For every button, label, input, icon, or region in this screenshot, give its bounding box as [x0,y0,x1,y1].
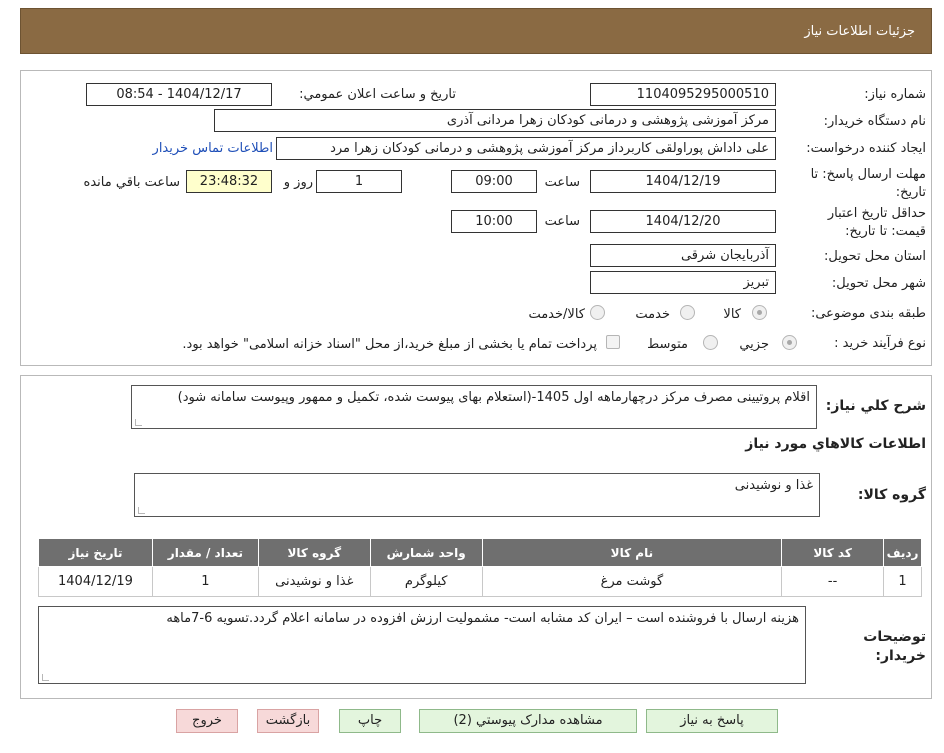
category-service-label: خدمت [635,307,670,322]
announce-field[interactable]: 1404/12/17 - 08:54 [86,83,272,106]
summary-textarea[interactable]: اقلام پروتیینی مصرف مرکز درچهارماهه اول … [131,385,817,429]
reply-button[interactable]: پاسخ به نياز [646,709,778,733]
province-label: استان محل تحويل: [824,249,926,264]
province-field[interactable]: آذربايجان شرقی [590,244,776,267]
need-number-field[interactable]: 1104095295000510 [590,83,776,106]
summary-label: شرح کلي نياز: [825,398,926,414]
payment-note: پرداخت تمام يا بخشی از مبلغ خريد،از محل … [182,337,597,352]
page-header: جزئیات اطلاعات نیاز [20,8,932,54]
resize-handle-icon[interactable] [135,419,142,426]
buyer-contact-link[interactable]: اطلاعات تماس خريدار [153,141,273,156]
cell-code: -- [781,566,885,597]
process-minor-radio[interactable] [782,335,797,350]
category-label: طبقه بندی موضوعی: [810,306,926,321]
cell-qty: 1 [151,566,259,597]
days-field[interactable]: 1 [316,170,402,193]
category-service-radio[interactable] [680,305,695,320]
buyer-notes-textarea[interactable]: هزینه ارسال با فروشنده است – ایران کد مش… [38,606,806,684]
buyer-notes-text: هزینه ارسال با فروشنده است – ایران کد مش… [166,611,799,626]
category-both-label: کالا/خدمت [528,307,585,322]
category-goods-radio[interactable] [752,305,767,320]
col-code-header: کد کالا [781,538,885,567]
page-title: جزئیات اطلاعات نیاز [804,24,915,39]
buyer-notes-label: توضيحات خريدار: [863,629,926,664]
remaining-time-field: 23:48:32 [186,170,272,193]
days-label: روز و [283,175,313,190]
category-both-radio[interactable] [590,305,605,320]
resize-handle-icon[interactable] [42,674,49,681]
city-label: شهر محل تحويل: [831,276,926,291]
buyer-org-label: نام دستگاه خريدار: [823,114,926,129]
col-unit-header: واحد شمارش [369,538,483,567]
col-name-header: نام کالا [481,538,783,567]
remaining-label: ساعت باقي مانده [83,175,180,190]
print-button[interactable]: چاپ [339,709,401,733]
cell-unit: کیلوگرم [369,566,483,597]
cell-group: غذا و نوشیدنی [257,566,371,597]
items-table-wrapper: رديف کد کالا نام کالا واحد شمارش گروه کا… [38,538,922,597]
goods-group-text: غذا و نوشیدنی [734,478,813,493]
category-goods-label: کالا [723,307,741,322]
summary-text: اقلام پروتیینی مصرف مرکز درچهارماهه اول … [177,390,810,405]
deadline-label: مهلت ارسال پاسخ: تا تاريخ: [810,167,926,200]
table-row: 1 -- گوشت مرغ کیلوگرم غذا و نوشیدنی 1 14… [38,566,922,597]
cell-row: 1 [883,566,922,597]
deadline-date-field[interactable]: 1404/12/19 [590,170,776,193]
announce-label: تاریخ و ساعت اعلان عمومي: [299,87,456,102]
goods-section-title: اطلاعات کالاهاي مورد نياز [745,436,926,452]
deadline-time-field[interactable]: 09:00 [451,170,537,193]
table-header-row: رديف کد کالا نام کالا واحد شمارش گروه کا… [38,538,922,567]
creator-label: ايجاد کننده درخواست: [806,141,926,156]
col-group-header: گروه کالا [257,538,371,567]
attachments-button[interactable]: مشاهده مدارک پيوستي (2) [419,709,637,733]
col-date-header: تاريخ نياز [38,538,153,567]
validity-time-label: ساعت [544,214,580,229]
validity-date-field[interactable]: 1404/12/20 [590,210,776,233]
deadline-time-label: ساعت [544,175,580,190]
validity-label: حداقل تاريخ اعتبار قيمت: تا تاريخ: [827,206,926,239]
creator-field[interactable]: علی داداش پوراولقی کاربرداز مرکز آموزشی … [276,137,776,160]
process-medium-label: متوسط [647,337,688,352]
items-table: رديف کد کالا نام کالا واحد شمارش گروه کا… [38,538,922,597]
treasury-checkbox[interactable] [606,335,620,349]
goods-group-textarea[interactable]: غذا و نوشیدنی [134,473,820,517]
process-label: نوع فرآيند خريد : [834,336,926,351]
goods-group-label: گروه کالا: [857,487,926,503]
buyer-org-field[interactable]: مرکز آموزشی پژوهشی و درمانی کودکان زهرا … [214,109,776,132]
back-button[interactable]: بازگشت [257,709,319,733]
city-field[interactable]: تبريز [590,271,776,294]
cell-date: 1404/12/19 [38,566,153,597]
cell-name: گوشت مرغ [481,566,783,597]
col-row-header: رديف [883,538,922,567]
process-minor-label: جزيي [739,337,769,352]
process-medium-radio[interactable] [703,335,718,350]
need-number-label: شماره نیاز: [864,87,926,102]
col-qty-header: تعداد / مقدار [151,538,259,567]
exit-button[interactable]: خروج [176,709,238,733]
resize-handle-icon[interactable] [138,507,145,514]
validity-time-field[interactable]: 10:00 [451,210,537,233]
